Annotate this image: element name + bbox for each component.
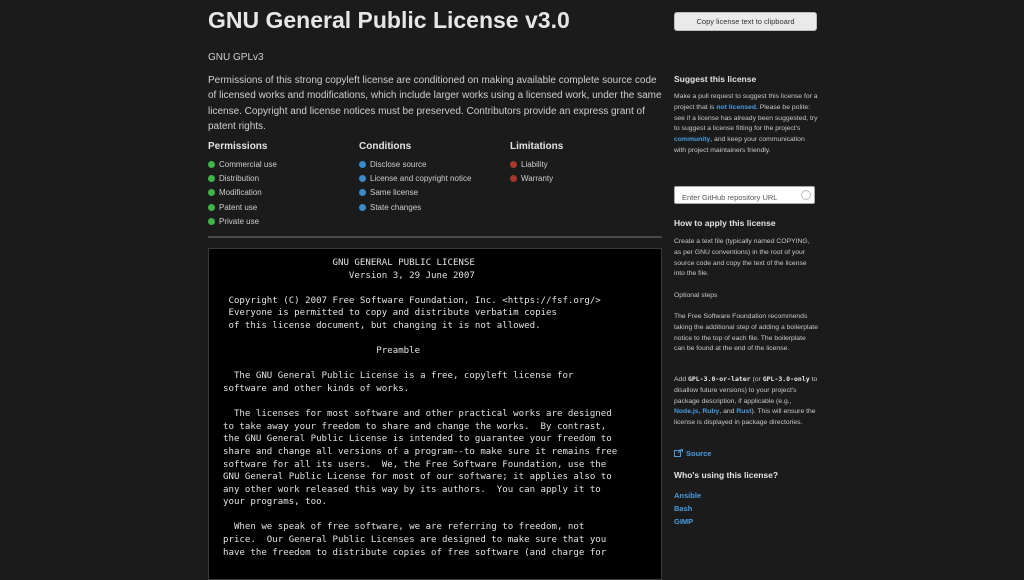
user-link-ansible[interactable]: Ansible [674, 489, 701, 502]
rule-liability[interactable]: Liability [510, 158, 660, 172]
license-description: Permissions of this strong copyleft lice… [208, 75, 662, 132]
nodejs-link[interactable]: Node.js [674, 408, 699, 415]
rule-private-use[interactable]: Private use [208, 215, 358, 229]
rule-warranty[interactable]: Warranty [510, 172, 660, 186]
license-text-box[interactable]: GNU GENERAL PUBLIC LICENSE Version 3, 29… [208, 248, 662, 580]
users-heading: Who's using this license? [674, 470, 779, 480]
rule-license-copyright-notice[interactable]: License and copyright notice [359, 172, 509, 186]
red-dot-icon [510, 161, 517, 168]
page-title: GNU General Public License v3.0 [208, 7, 570, 33]
copy-license-button[interactable]: Copy license text to clipboard [674, 12, 817, 31]
spdx-code-or-later: GPL-3.0-or-later [687, 375, 751, 383]
optional-steps-text: The Free Software Foundation recommends … [674, 313, 818, 353]
community-link[interactable]: community [674, 136, 710, 143]
users-list: Ansible Bash GIMP [674, 489, 701, 528]
permissions-column: Permissions Commercial use Distribution … [208, 141, 358, 229]
rule-same-license[interactable]: Same license [359, 186, 509, 200]
license-nickname: GNU GPLv3 [208, 52, 264, 63]
green-dot-icon [208, 217, 215, 225]
suggest-heading: Suggest this license [674, 74, 757, 84]
spdx-code-only: GPL-3.0-only [762, 375, 810, 383]
blue-dot-icon [359, 189, 366, 197]
blue-dot-icon [359, 175, 366, 183]
conditions-heading: Conditions [359, 141, 412, 152]
green-dot-icon [208, 175, 215, 183]
repo-url-field[interactable] [674, 186, 815, 206]
rule-disclose-source[interactable]: Disclose source [359, 158, 509, 172]
green-dot-icon [208, 203, 215, 211]
ruby-link[interactable]: Ruby [702, 408, 719, 415]
license-text: GNU GENERAL PUBLIC LICENSE Version 3, 29… [223, 258, 618, 558]
loading-spinner-icon [801, 190, 811, 200]
source-link[interactable]: Source [674, 448, 711, 458]
rust-link[interactable]: Rust [736, 408, 751, 415]
user-link-gimp[interactable]: GIMP [674, 515, 701, 528]
limitations-heading: Limitations [510, 141, 564, 152]
optional-steps-heading: Optional steps [674, 292, 718, 299]
green-dot-icon [208, 161, 215, 168]
permissions-heading: Permissions [208, 141, 268, 152]
howto-text: Create a text file (typically named COPY… [674, 238, 810, 278]
conditions-column: Conditions Disclose source License and c… [359, 141, 509, 215]
divider [208, 236, 662, 238]
rule-state-changes[interactable]: State changes [359, 201, 509, 215]
green-dot-icon [208, 189, 215, 197]
rule-commercial-use[interactable]: Commercial use [208, 158, 358, 172]
suggest-text: Make a pull request to suggest this lice… [674, 93, 818, 154]
package-description-text: Add GPL-3.0-or-later (or GPL-3.0-only to… [674, 375, 818, 427]
blue-dot-icon [359, 203, 366, 211]
blue-dot-icon [359, 161, 366, 168]
repo-url-input[interactable] [675, 189, 792, 206]
rule-patent-use[interactable]: Patent use [208, 201, 358, 215]
not-licensed-link[interactable]: not licensed [716, 104, 756, 111]
rule-modification[interactable]: Modification [208, 186, 358, 200]
external-link-icon [674, 448, 683, 457]
red-dot-icon [510, 175, 517, 183]
howto-heading: How to apply this license [674, 218, 776, 228]
rule-distribution[interactable]: Distribution [208, 172, 358, 186]
user-link-bash[interactable]: Bash [674, 502, 701, 515]
limitations-column: Limitations Liability Warranty [510, 141, 660, 186]
